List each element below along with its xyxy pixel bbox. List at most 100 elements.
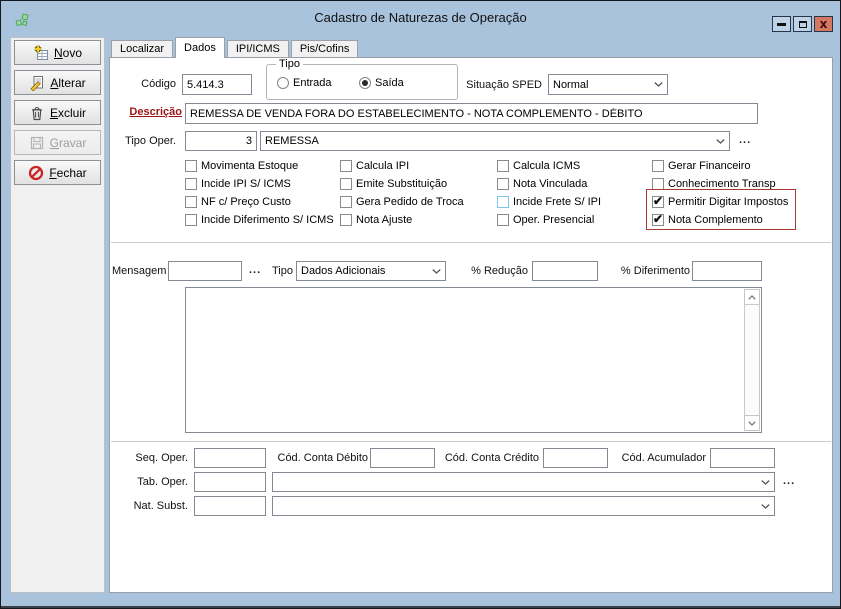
seq-oper-input[interactable]: [194, 448, 266, 468]
checkbox-calcula-ipi[interactable]: Calcula IPI: [340, 159, 409, 173]
gravar-label: Gravar: [50, 136, 87, 150]
radio-saida[interactable]: Saída: [359, 77, 404, 89]
checkbox-incide-diferimento-s-icms[interactable]: Incide Diferimento S/ ICMS: [185, 213, 334, 227]
alterar-button[interactable]: Alterar: [14, 70, 101, 95]
tipo-oper-lookup-button[interactable]: ...: [739, 134, 751, 146]
checkbox-box[interactable]: [340, 214, 352, 226]
scrollbar-track[interactable]: [744, 304, 760, 416]
tipo-groupbox: Tipo Entrada Saída: [266, 64, 458, 100]
scroll-down-button[interactable]: [744, 415, 760, 431]
gravar-button[interactable]: Gravar: [14, 130, 101, 155]
checkbox-emite-substituicao[interactable]: Emite Substituição: [340, 177, 447, 191]
novo-label: Novo: [54, 46, 82, 60]
seq-oper-label: Seq. Oper.: [126, 452, 188, 464]
descricao-input[interactable]: [185, 103, 758, 124]
mensagem-tipo-value: Dados Adicionais: [297, 265, 428, 277]
checkbox-nota-ajuste[interactable]: Nota Ajuste: [340, 213, 412, 227]
acumulador-input[interactable]: [710, 448, 775, 468]
scroll-up-button[interactable]: [744, 289, 760, 305]
conta-credito-label: Cód. Conta Crédito: [440, 452, 539, 464]
window-title: Cadastro de Naturezas de Operação: [1, 10, 840, 25]
chevron-down-icon: [757, 504, 774, 509]
checkbox-label: Oper. Presencial: [513, 214, 594, 226]
nat-subst-code-input[interactable]: [194, 496, 266, 516]
excluir-button[interactable]: Excluir: [14, 100, 101, 125]
checkbox-box[interactable]: [340, 160, 352, 172]
checkbox-oper-presencial[interactable]: Oper. Presencial: [497, 213, 594, 227]
nat-subst-combo[interactable]: [272, 496, 775, 516]
tipo-oper-code-input[interactable]: [185, 131, 257, 151]
diferimento-input[interactable]: [692, 261, 762, 281]
tipo-oper-combo[interactable]: REMESSA: [260, 131, 730, 151]
checkbox-incide-ipi-s-icms[interactable]: Incide IPI S/ ICMS: [185, 177, 291, 191]
radio-entrada[interactable]: Entrada: [277, 77, 332, 89]
action-sidebar: Novo Alterar Excluir: [10, 37, 105, 593]
checkbox-movimenta-estoque[interactable]: Movimenta Estoque: [185, 159, 298, 173]
tipo-oper-value: REMESSA: [261, 135, 712, 147]
close-button[interactable]: x: [814, 16, 833, 32]
checkbox-nf-c-preco-custo[interactable]: NF c/ Preço Custo: [185, 195, 291, 209]
chevron-down-icon: [757, 480, 774, 485]
checkbox-calcula-icms[interactable]: Calcula ICMS: [497, 159, 580, 173]
mensagem-input[interactable]: [168, 261, 242, 281]
checkbox-label: NF c/ Preço Custo: [201, 196, 291, 208]
tab-pis-cofins[interactable]: Pis/Cofins: [291, 40, 359, 57]
radio-saida-label: Saída: [375, 77, 404, 89]
checkbox-box[interactable]: [497, 214, 509, 226]
checkbox-box[interactable]: [185, 178, 197, 190]
checkbox-incide-frete-s-ipi[interactable]: Incide Frete S/ IPI: [497, 195, 601, 209]
mensagem-lookup-button[interactable]: ...: [249, 264, 261, 276]
mensagem-tipo-combo[interactable]: Dados Adicionais: [296, 261, 446, 281]
checkbox-box[interactable]: [340, 178, 352, 190]
mensagem-tipo-label: Tipo: [272, 265, 293, 277]
maximize-button[interactable]: [793, 16, 812, 32]
situacao-sped-combo[interactable]: Normal: [548, 74, 668, 95]
reducao-input[interactable]: [532, 261, 598, 281]
checkbox-box[interactable]: [340, 196, 352, 208]
checkbox-box[interactable]: [497, 160, 509, 172]
tipo-oper-label: Tipo Oper.: [116, 135, 176, 147]
checkbox-nota-vinculada[interactable]: Nota Vinculada: [497, 177, 587, 191]
checkbox-label: Movimenta Estoque: [201, 160, 298, 172]
checkbox-label: Incide Frete S/ IPI: [513, 196, 601, 208]
checkbox-label: Emite Substituição: [356, 178, 447, 190]
tab-oper-lookup-button[interactable]: ...: [783, 475, 795, 487]
acumulador-label: Cód. Acumulador: [616, 452, 706, 464]
checkbox-gera-pedido-de-troca[interactable]: Gera Pedido de Troca: [340, 195, 464, 209]
conta-credito-input[interactable]: [543, 448, 608, 468]
tab-dados[interactable]: Dados: [175, 37, 225, 58]
chevron-down-icon: [428, 269, 445, 274]
memo-field[interactable]: [186, 288, 744, 432]
chevron-down-icon: [650, 82, 667, 87]
minimize-button[interactable]: [772, 16, 791, 32]
title-bar[interactable]: Cadastro de Naturezas de Operação x: [1, 1, 840, 34]
checkbox-box[interactable]: [185, 214, 197, 226]
situacao-sped-value: Normal: [549, 79, 650, 91]
novo-button[interactable]: Novo: [14, 40, 101, 65]
maximize-icon: [799, 21, 807, 28]
descricao-label: Descrição: [114, 106, 182, 118]
checkbox-gerar-financeiro[interactable]: Gerar Financeiro: [652, 159, 751, 173]
radio-entrada-circle[interactable]: [277, 77, 289, 89]
fechar-button[interactable]: Fechar: [14, 160, 101, 185]
checkbox-box[interactable]: [185, 160, 197, 172]
tab-localizar[interactable]: Localizar: [111, 40, 173, 57]
conta-debito-input[interactable]: [370, 448, 435, 468]
mensagem-memo[interactable]: [185, 287, 762, 433]
tab-ipi-icms[interactable]: IPI/ICMS: [227, 40, 289, 57]
new-record-icon: [33, 45, 49, 61]
tab-strip: Localizar Dados IPI/ICMS Pis/Cofins: [111, 37, 360, 57]
checkbox-label: Calcula ICMS: [513, 160, 580, 172]
radio-saida-circle[interactable]: [359, 77, 371, 89]
dados-tab-page: Código Tipo Entrada Saída Situação SPED …: [109, 57, 833, 593]
tab-oper-code-input[interactable]: [194, 472, 266, 492]
checkbox-label: Gerar Financeiro: [668, 160, 751, 172]
chevron-up-icon: [748, 295, 756, 300]
checkbox-box[interactable]: [185, 196, 197, 208]
checkbox-box[interactable]: [497, 178, 509, 190]
memo-scrollbar[interactable]: [744, 289, 760, 431]
codigo-input[interactable]: [182, 74, 252, 95]
tab-oper-combo[interactable]: [272, 472, 775, 492]
checkbox-box[interactable]: [652, 160, 664, 172]
checkbox-box[interactable]: [497, 196, 509, 208]
